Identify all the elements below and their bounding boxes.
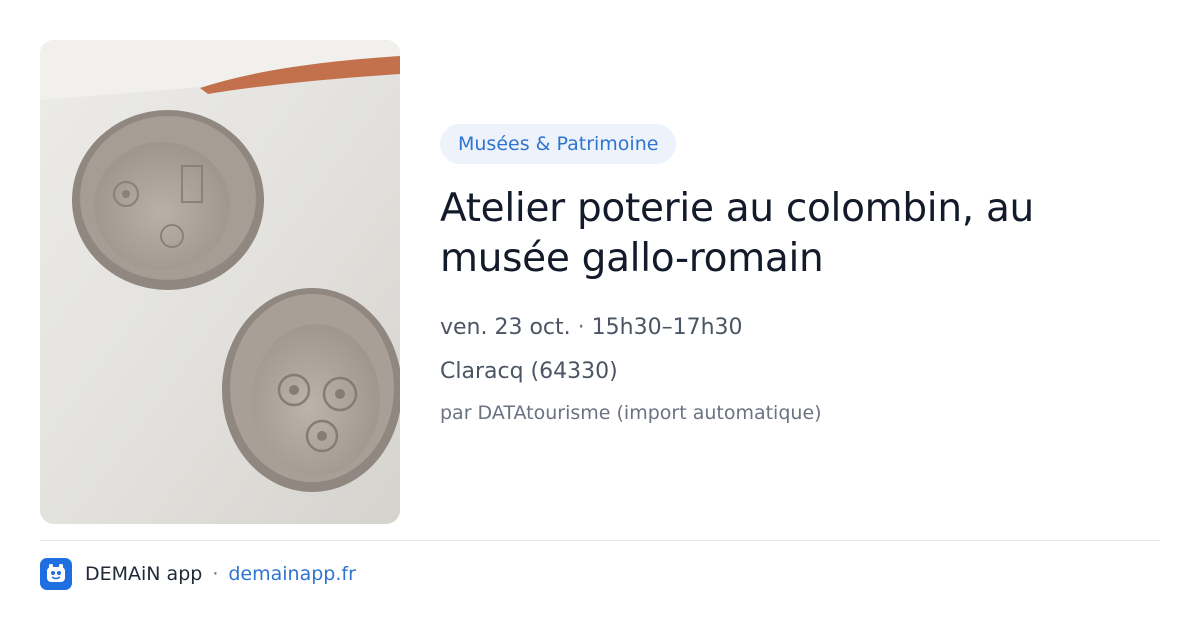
event-photo — [40, 40, 400, 524]
demain-logo-icon[interactable] — [40, 558, 72, 590]
app-name: DEMAiN app — [85, 563, 203, 585]
footer-separator: · — [212, 563, 219, 585]
event-source: par DATAtourisme (import automatique) — [440, 402, 822, 424]
event-info: Musées & Patrimoine Atelier poterie au c… — [440, 124, 1160, 426]
event-datetime: ven. 23 oct. · 15h30–17h30 — [440, 314, 1160, 342]
event-title-line-2: musée gallo-romain — [440, 236, 824, 281]
domain-link[interactable]: demainapp.fr — [228, 563, 356, 585]
footer: DEMAiN app · demainapp.fr — [40, 558, 356, 590]
category-badge[interactable]: Musées & Patrimoine — [440, 124, 677, 164]
event-date: ven. 23 oct. — [440, 315, 571, 340]
datetime-separator: · — [577, 315, 585, 340]
event-card[interactable]: Musées & Patrimoine Atelier poterie au c… — [0, 0, 1200, 630]
event-location: Claracq (64330) — [440, 359, 618, 384]
event-time: 15h30–17h30 — [591, 315, 743, 340]
footer-divider — [40, 540, 1160, 541]
event-title-line-1: Atelier poterie au colombin, au — [440, 186, 1034, 231]
event-title[interactable]: Atelier poterie au colombin, au musée ga… — [440, 184, 1160, 284]
